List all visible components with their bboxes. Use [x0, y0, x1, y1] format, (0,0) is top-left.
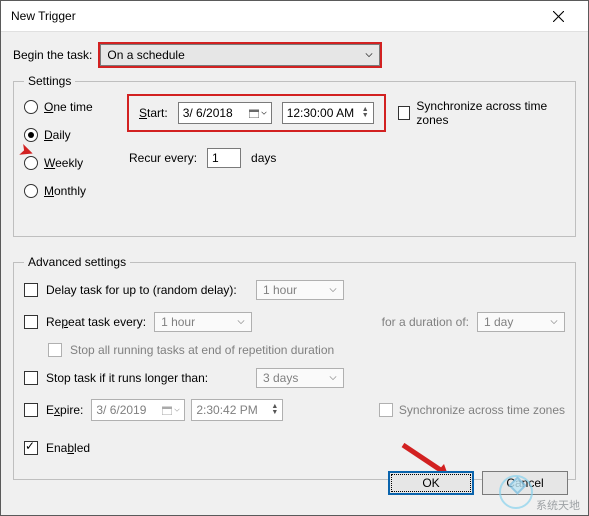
ok-button[interactable]: OK	[388, 471, 474, 495]
radio-daily[interactable]: Daily	[24, 128, 129, 142]
chevron-down-icon	[329, 374, 337, 382]
repeat-interval-combo[interactable]: 1 hour	[154, 312, 252, 332]
enabled-checkbox[interactable]	[24, 441, 38, 455]
begin-task-label: Begin the task:	[13, 48, 92, 62]
window-title: New Trigger	[11, 9, 76, 23]
expire-checkbox[interactable]	[24, 403, 38, 417]
close-button[interactable]	[538, 2, 578, 30]
close-icon	[553, 11, 564, 22]
stop-at-end-label: Stop all running tasks at end of repetit…	[70, 343, 334, 357]
expire-sync-label: Synchronize across time zones	[399, 403, 565, 417]
spinner-icon: ▲▼	[271, 404, 278, 416]
stop-at-end-checkbox	[48, 343, 62, 357]
chevron-down-icon	[237, 318, 245, 326]
settings-group: Settings ➤ One time Daily	[13, 74, 576, 237]
chevron-down-icon	[550, 318, 558, 326]
start-date-value: 3/ 6/2018	[183, 106, 233, 120]
start-time-input[interactable]: 12:30:00 AM ▲▼	[282, 102, 374, 124]
chevron-down-icon	[329, 286, 337, 294]
chevron-down-icon	[174, 407, 180, 413]
radio-one-time[interactable]: One time	[24, 100, 129, 114]
titlebar: New Trigger	[1, 1, 588, 32]
start-time-value: 12:30:00 AM	[287, 106, 354, 120]
radio-icon	[24, 100, 38, 114]
stop-longer-checkbox[interactable]	[24, 371, 38, 385]
start-date-input[interactable]: 3/ 6/2018	[178, 102, 272, 124]
settings-legend: Settings	[24, 74, 75, 88]
begin-task-combo[interactable]: On a schedule	[100, 44, 380, 66]
sync-timezones-checkbox[interactable]	[398, 106, 411, 120]
watermark-text: 系统天地	[536, 497, 580, 513]
stop-longer-combo[interactable]: 3 days	[256, 368, 344, 388]
chevron-down-icon	[261, 110, 267, 116]
watermark-logo	[499, 475, 533, 509]
delay-label: Delay task for up to (random delay):	[46, 283, 256, 297]
recur-label: Recur every:	[129, 151, 197, 165]
expire-date-input[interactable]: 3/ 6/2019	[91, 399, 185, 421]
repeat-duration-combo[interactable]: 1 day	[477, 312, 565, 332]
recur-value-input[interactable]: 1	[207, 148, 241, 168]
begin-task-value: On a schedule	[107, 48, 184, 62]
repeat-checkbox[interactable]	[24, 315, 38, 329]
expire-sync-checkbox	[379, 403, 393, 417]
annotation-arrow-daily: ➤	[18, 144, 36, 159]
expire-time-input[interactable]: 2:30:42 PM ▲▼	[191, 399, 283, 421]
spinner-icon: ▲▼	[362, 107, 369, 119]
radio-monthly[interactable]: Monthly	[24, 184, 129, 198]
calendar-icon	[249, 108, 259, 118]
advanced-legend: Advanced settings	[24, 255, 130, 269]
delay-combo[interactable]: 1 hour	[256, 280, 344, 300]
new-trigger-dialog: New Trigger Begin the task: On a schedul…	[0, 0, 589, 516]
radio-icon	[24, 184, 38, 198]
radio-weekly[interactable]: Weekly	[24, 156, 129, 170]
duration-label: for a duration of:	[252, 315, 469, 329]
advanced-group: Advanced settings Delay task for up to (…	[13, 255, 576, 480]
sync-timezones-label: Synchronize across time zones	[416, 99, 565, 127]
chevron-down-icon	[365, 51, 373, 59]
calendar-icon	[162, 405, 172, 415]
recur-unit: days	[251, 151, 276, 165]
delay-checkbox[interactable]	[24, 283, 38, 297]
stop-longer-label: Stop task if it runs longer than:	[46, 371, 256, 385]
